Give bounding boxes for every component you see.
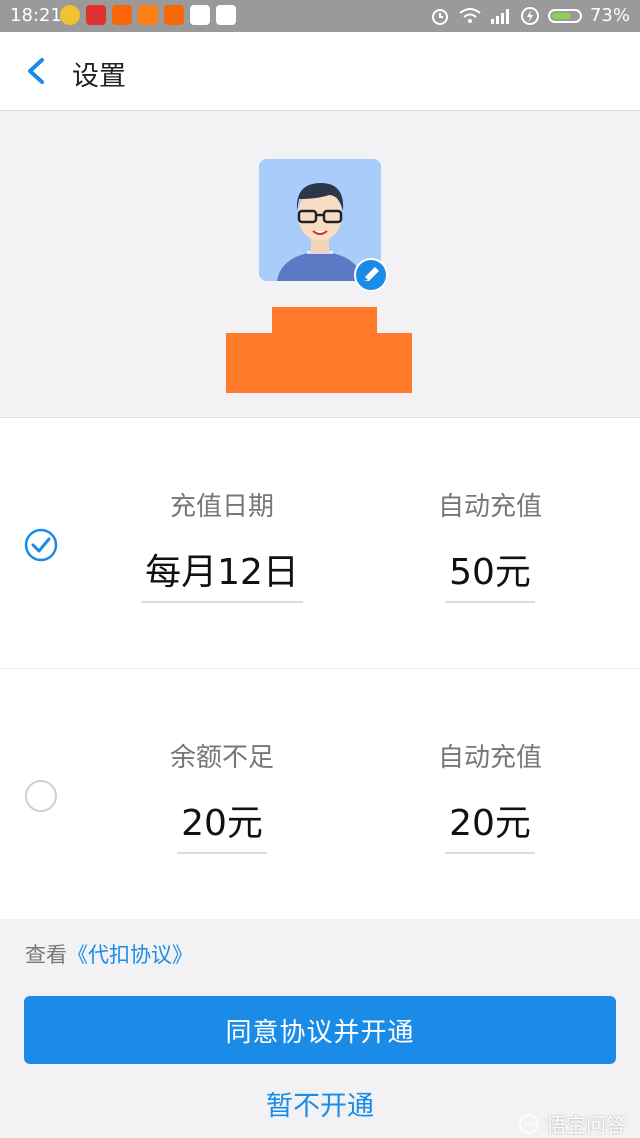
check-circle-icon[interactable] <box>24 528 58 562</box>
agree-and-activate-button[interactable]: 同意协议并开通 <box>24 996 616 1064</box>
status-bar: 18:21 73% <box>0 0 640 32</box>
date-label: 充值日期 <box>169 492 274 522</box>
date-column: 充值日期 每月12日 <box>122 486 322 603</box>
app-icon <box>60 5 80 25</box>
agreement-text: 查看《代扣协议》 <box>25 939 193 969</box>
date-value[interactable]: 每月12日 <box>141 543 303 603</box>
amount-label: 自动充值 <box>437 743 542 773</box>
app-icon <box>86 5 106 25</box>
wifi-icon <box>459 7 481 23</box>
amount-value[interactable]: 20元 <box>445 794 535 854</box>
app-icon <box>216 5 236 25</box>
pencil-icon <box>364 267 379 281</box>
nav-header: 设置 <box>0 32 640 111</box>
threshold-column: 余额不足 20元 <box>122 737 322 854</box>
recharge-option-monthly[interactable]: 充值日期 每月12日 自动充值 50元 <box>0 418 640 669</box>
app-icon <box>112 5 132 25</box>
app-icon <box>164 5 184 25</box>
recharge-option-low-balance[interactable]: 余额不足 20元 自动充值 20元 <box>0 669 640 919</box>
amount-column: 自动充值 20元 <box>400 737 580 854</box>
threshold-label: 余额不足 <box>169 743 274 773</box>
battery-icon <box>547 8 582 23</box>
watermark-text: 悟空问答 <box>546 1113 626 1137</box>
notification-icons <box>60 5 236 25</box>
speech-bubble-icon <box>519 1113 539 1134</box>
app-icon <box>190 5 210 25</box>
edit-avatar-button[interactable] <box>354 258 388 292</box>
watermark: 悟空问答 <box>518 1109 626 1138</box>
amount-value[interactable]: 50元 <box>445 543 535 603</box>
page-title: 设置 <box>72 61 126 92</box>
threshold-value[interactable]: 20元 <box>177 794 267 854</box>
redacted-name-block <box>226 333 412 393</box>
signal-icon <box>490 8 509 24</box>
alarm-icon <box>431 8 448 25</box>
footer: 查看《代扣协议》 同意协议并开通 暂不开通 悟空问答 <box>0 919 640 1138</box>
agreement-prefix: 查看 <box>25 943 67 967</box>
charging-icon <box>520 6 539 25</box>
battery-percent: 73% <box>589 5 630 26</box>
amount-label: 自动充值 <box>437 492 542 522</box>
radio-circle-icon[interactable] <box>24 779 58 813</box>
chevron-left-icon[interactable] <box>20 52 56 90</box>
profile-section <box>0 111 640 418</box>
amount-column: 自动充值 50元 <box>400 486 580 603</box>
app-icon <box>138 5 158 25</box>
status-time: 18:21 <box>10 5 62 26</box>
agreement-link[interactable]: 《代扣协议》 <box>67 943 193 967</box>
